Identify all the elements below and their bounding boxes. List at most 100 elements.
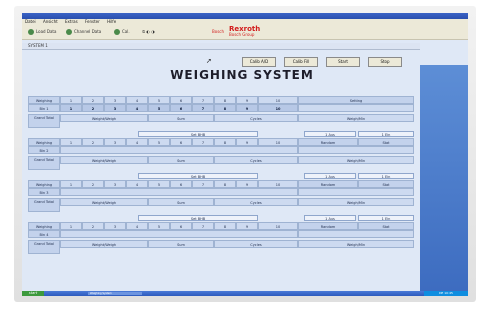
column-header: 2 <box>82 96 104 104</box>
column-header: 8 <box>214 138 236 146</box>
batch-bar[interactable]: Set BHB <box>138 131 258 137</box>
column-header: 8 <box>214 96 236 104</box>
total-header: Cycles <box>214 198 298 206</box>
column-header: 7 <box>192 180 214 188</box>
menu-item[interactable]: Datei <box>22 19 39 24</box>
total-header: Weigh/Min <box>298 240 414 248</box>
mode-header: 1 Ein <box>358 131 414 137</box>
column-header: 7 <box>192 96 214 104</box>
column-header: 1 <box>60 96 82 104</box>
rexroth-logo: Rexroth Bosch Group <box>229 25 261 37</box>
menu-item[interactable]: Ansicht <box>40 19 61 24</box>
random-label: Random <box>298 222 358 230</box>
grand-total-row: Grand Total Weight/Weigh Sum Cycles Weig… <box>28 114 414 128</box>
column-header: 4 <box>126 222 148 230</box>
bin-values[interactable] <box>60 146 298 154</box>
bin-row: Bin 2 <box>28 146 414 154</box>
column-header: 9 <box>236 222 258 230</box>
column-header: 6 <box>170 222 192 230</box>
total-header: Cycles <box>214 240 298 248</box>
row-label: Weighing <box>28 96 60 104</box>
column-header: 2 <box>82 180 104 188</box>
column-header: 5 <box>148 138 170 146</box>
bin-values[interactable] <box>60 188 298 196</box>
channel-icon <box>66 29 72 35</box>
bin-value[interactable]: 2 <box>82 104 104 112</box>
mode-header: 1 Aus <box>304 173 356 179</box>
toolbar: Load Data Channel Data Cal. ⏲ ◐ ◑ Bosch … <box>22 25 468 40</box>
setting-value[interactable] <box>298 188 414 196</box>
column-header: 7 <box>192 222 214 230</box>
total-header: Sum <box>148 198 214 206</box>
column-header: 8 <box>214 222 236 230</box>
start-button[interactable]: Start <box>326 57 360 67</box>
system-tray[interactable]: DE 10:45 <box>424 291 468 296</box>
column-header: 1 <box>60 138 82 146</box>
system-tab[interactable]: SYSTEM 1 <box>22 43 420 50</box>
column-header: 10 <box>258 138 298 146</box>
grand-total-row: Grand Total Weight/Weigh Sum Cycles Weig… <box>28 240 414 254</box>
bin-value[interactable]: 1 <box>60 104 82 112</box>
setting-value[interactable] <box>298 104 414 112</box>
bin-value[interactable]: 6 <box>170 104 192 112</box>
total-header: Weigh/Min <box>298 114 414 122</box>
column-header: 3 <box>104 96 126 104</box>
stop-button[interactable]: Stop <box>368 57 402 67</box>
weighing-row: Weighing 1 2 3 4 5 6 7 8 9 10 Random Sta… <box>28 222 414 230</box>
total-header: Sum <box>148 114 214 122</box>
total-header: Weight/Weigh <box>60 198 148 206</box>
bin-value[interactable]: 3 <box>104 104 126 112</box>
total-header: Sum <box>148 240 214 248</box>
cal-button[interactable]: Cal. <box>114 28 130 36</box>
column-header: 10 <box>258 180 298 188</box>
row-label: Bin 1 <box>28 104 60 112</box>
total-header: Cycles <box>214 156 298 164</box>
row-label: Weighing <box>28 138 60 146</box>
calib-ad-button[interactable]: Calib A/D <box>242 57 276 67</box>
column-header: 8 <box>214 180 236 188</box>
bin-values[interactable] <box>60 230 298 238</box>
total-header: Weight/Weigh <box>60 156 148 164</box>
bin-value[interactable]: 5 <box>148 104 170 112</box>
channel-data-button[interactable]: Channel Data <box>66 28 101 36</box>
stat-label: Stat <box>358 180 414 188</box>
batch-bar[interactable]: Set BHB <box>138 173 258 179</box>
bin-value[interactable]: 9 <box>236 104 258 112</box>
load-data-button[interactable]: Load Data <box>28 28 56 36</box>
setting-value[interactable] <box>298 230 414 238</box>
bin-row: Bin 1 1 2 3 4 5 6 7 8 9 10 <box>28 104 414 112</box>
column-header: 3 <box>104 222 126 230</box>
page-title: WEIGHING SYSTEM <box>170 68 314 82</box>
bin-row: Bin 4 <box>28 230 414 238</box>
row-label: Grand Total <box>28 114 60 128</box>
column-header: 3 <box>104 180 126 188</box>
bin-value[interactable]: 10 <box>258 104 298 112</box>
column-header: 5 <box>148 222 170 230</box>
total-header: Sum <box>148 156 214 164</box>
menu-item[interactable]: Hilfe <box>104 19 119 24</box>
menu-item[interactable]: Extras <box>62 19 81 24</box>
batch-bar[interactable]: Set BHB <box>138 215 258 221</box>
row-label: Bin 4 <box>28 230 60 238</box>
mode-header: 1 Aus <box>304 215 356 221</box>
setting-value[interactable] <box>298 146 414 154</box>
column-header: 6 <box>170 138 192 146</box>
column-header: 9 <box>236 96 258 104</box>
calib-fill-button[interactable]: Calib Fill <box>284 57 318 67</box>
taskbar-item[interactable]: Weighing System <box>88 292 142 295</box>
column-header: 9 <box>236 180 258 188</box>
mode-header: 1 Aus <box>304 131 356 137</box>
clock-icon[interactable]: ⏲ ◐ ◑ <box>142 28 155 36</box>
start-button[interactable]: start <box>22 291 44 296</box>
bin-value[interactable]: 7 <box>192 104 214 112</box>
menu-item[interactable]: Fenster <box>82 19 103 24</box>
random-label: Random <box>298 138 358 146</box>
random-label: Random <box>298 180 358 188</box>
bin-value[interactable]: 8 <box>214 104 236 112</box>
column-header: 1 <box>60 222 82 230</box>
bin-value[interactable]: 4 <box>126 104 148 112</box>
row-label: Grand Total <box>28 156 60 170</box>
mouse-cursor-icon: ➚ <box>206 57 212 65</box>
mode-header: 1 Ein <box>358 173 414 179</box>
weighing-row: Weighing 1 2 3 4 5 6 7 8 9 10 Random Sta… <box>28 138 414 146</box>
